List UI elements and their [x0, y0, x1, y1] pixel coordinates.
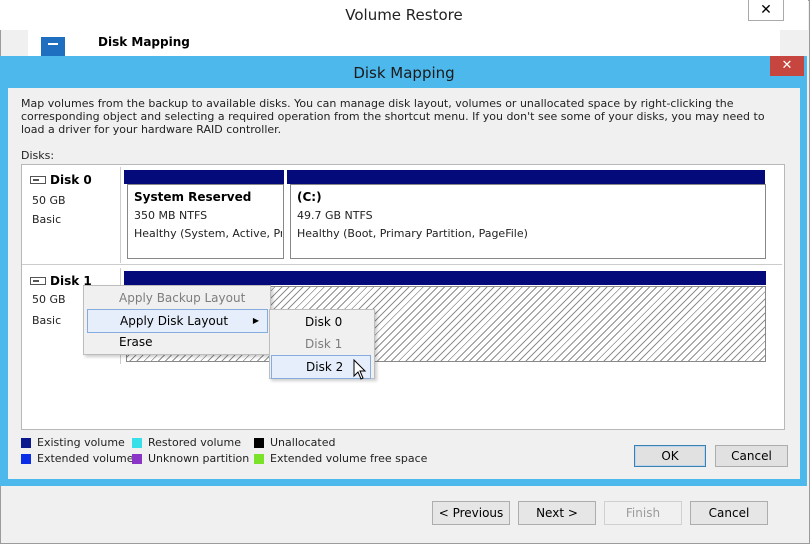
volume-system-reserved-size: 350 MB NTFS	[134, 209, 208, 222]
volume-system-reserved-title: System Reserved	[134, 190, 252, 204]
legend-swatch-unknown-partition	[132, 454, 142, 464]
volume-restore-title: Volume Restore	[345, 6, 463, 24]
legend-unallocated: Unallocated	[270, 436, 336, 449]
disk-1-type: Basic	[32, 314, 62, 327]
wizard-step-title: Disk Mapping	[98, 35, 190, 49]
dialog-cancel-button[interactable]: Cancel	[715, 445, 788, 467]
submenu-arrow-icon: ▶	[252, 316, 259, 325]
volume-c-drive-size: 49.7 GB NTFS	[297, 209, 373, 222]
dialog-title: Disk Mapping	[353, 64, 455, 82]
submenu-item-disk-1[interactable]: Disk 1	[271, 333, 367, 355]
context-menu: Apply Backup Layout Apply Disk Layout ▶ …	[83, 285, 271, 355]
disk-0-name-text: Disk 0	[50, 173, 92, 187]
legend-swatch-extended-volume	[21, 454, 31, 464]
c-drive-bar[interactable]	[287, 170, 765, 184]
volume-system-reserved[interactable]: System Reserved 350 MB NTFS Healthy (Sys…	[127, 184, 284, 259]
disk-icon	[30, 276, 46, 285]
previous-button[interactable]: < Previous	[432, 501, 510, 525]
menu-item-apply-backup-layout[interactable]: Apply Backup Layout	[87, 287, 266, 309]
dialog-close-button[interactable]: ✕	[770, 56, 804, 76]
volume-c-drive-status: Healthy (Boot, Primary Partition, PageFi…	[297, 227, 528, 240]
dialog-description: Map volumes from the backup to available…	[21, 97, 765, 136]
legend-swatch-extended-free-space	[254, 454, 264, 464]
menu-item-erase[interactable]: Erase	[87, 331, 266, 353]
menu-item-apply-disk-layout-label: Apply Disk Layout	[120, 314, 229, 328]
disk-0-name: Disk 0	[30, 173, 92, 187]
wizard-cancel-button[interactable]: Cancel	[690, 501, 768, 525]
wizard-step-icon	[41, 37, 65, 57]
mouse-cursor-icon	[353, 359, 367, 380]
legend-unknown-partition: Unknown partition	[148, 452, 250, 465]
disk-icon	[30, 175, 46, 184]
ok-button[interactable]: OK	[634, 445, 706, 467]
legend-swatch-existing-volume	[21, 438, 31, 448]
disk-1-size: 50 GB	[32, 293, 66, 306]
volume-restore-close-button[interactable]: ✕	[748, 0, 784, 21]
disk-0-type: Basic	[32, 213, 62, 226]
disks-label: Disks:	[21, 149, 55, 162]
volume-system-reserved-status: Healthy (System, Active, Primary Partiti…	[134, 227, 282, 240]
disk-0-info[interactable]: Disk 0 50 GB Basic	[24, 167, 121, 263]
finish-button[interactable]: Finish	[604, 501, 682, 525]
legend-swatch-unallocated	[254, 438, 264, 448]
legend-existing-volume: Existing volume	[37, 436, 125, 449]
legend-extended-free-space: Extended volume free space	[270, 452, 428, 465]
disk-1-bar[interactable]	[124, 271, 766, 285]
next-button[interactable]: Next >	[518, 501, 596, 525]
system-reserved-bar[interactable]	[124, 170, 284, 184]
legend-swatch-restored-volume	[132, 438, 142, 448]
disk-row-divider	[22, 264, 782, 265]
volume-c-drive[interactable]: (C:) 49.7 GB NTFS Healthy (Boot, Primary…	[290, 184, 766, 259]
menu-item-apply-disk-layout[interactable]: Apply Disk Layout ▶	[87, 309, 268, 333]
legend-restored-volume: Restored volume	[148, 436, 241, 449]
legend-extended-volume: Extended volume	[37, 452, 134, 465]
disk-0-size: 50 GB	[32, 194, 66, 207]
submenu-item-disk-0[interactable]: Disk 0	[271, 311, 367, 333]
volume-c-drive-title: (C:)	[297, 190, 322, 204]
